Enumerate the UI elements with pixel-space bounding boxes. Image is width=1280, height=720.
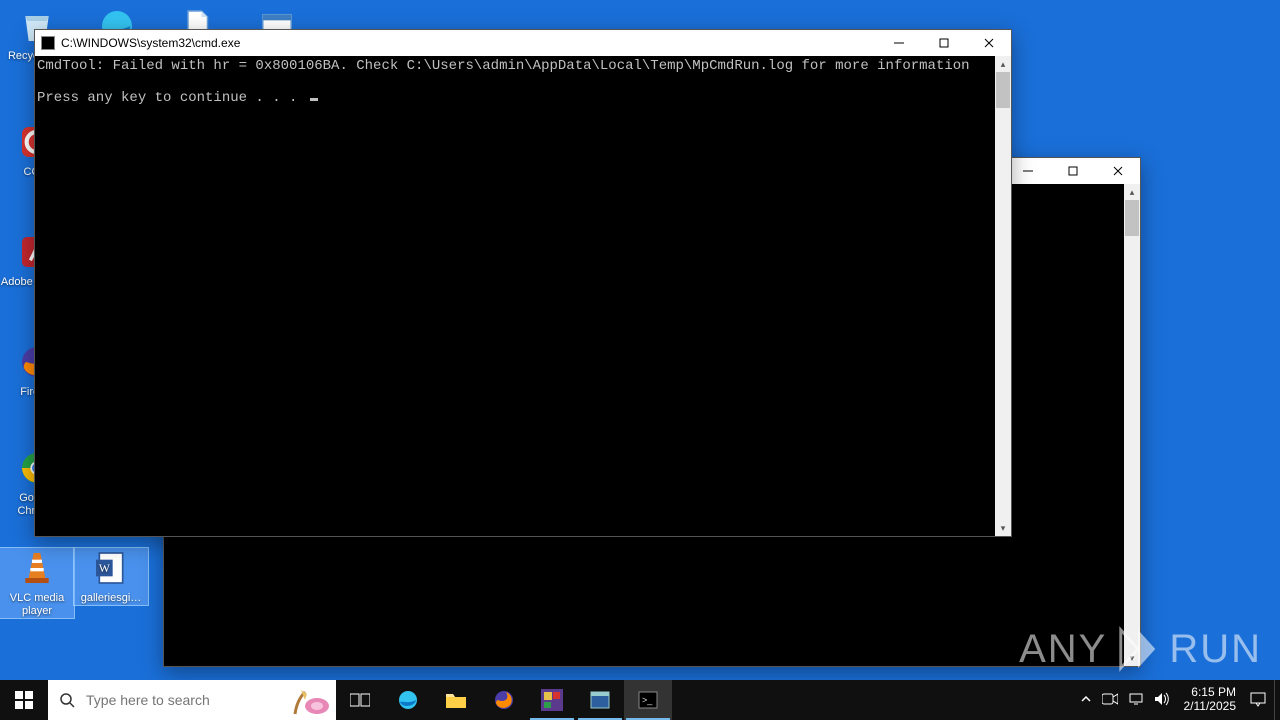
anyrun-watermark: ANY RUN <box>1019 626 1262 672</box>
taskbar-app-cmd[interactable]: >_ <box>624 680 672 720</box>
maximize-button[interactable] <box>1050 158 1095 184</box>
system-tray: 6:15 PM 2/11/2025 <box>1072 680 1275 720</box>
tray-overflow-button[interactable] <box>1080 693 1092 708</box>
close-button[interactable] <box>1095 158 1140 184</box>
tray-meet-now[interactable] <box>1102 692 1118 709</box>
console-client-area[interactable]: CmdTool: Failed with hr = 0x800106BA. Ch… <box>35 56 995 536</box>
camera-icon <box>1102 692 1118 706</box>
titlebar[interactable]: C:\WINDOWS\system32\cmd.exe <box>35 30 1011 56</box>
taskbar-app-word[interactable] <box>528 680 576 720</box>
chevron-up-icon <box>1080 693 1092 705</box>
tray-network[interactable] <box>1128 692 1144 709</box>
scroll-thumb[interactable] <box>1125 200 1139 236</box>
minimize-button[interactable] <box>876 30 921 56</box>
console-line: CmdTool: Failed with hr = 0x800106BA. Ch… <box>37 58 970 74</box>
play-icon <box>1115 626 1161 672</box>
scroll-track[interactable] <box>1124 200 1140 650</box>
windows-icon <box>15 691 33 709</box>
terminal-icon: >_ <box>638 691 658 709</box>
scroll-track[interactable] <box>995 72 1011 520</box>
firefox-icon <box>492 688 516 712</box>
taskbar-search[interactable] <box>48 680 336 720</box>
vertical-scrollbar[interactable]: ▴ ▾ <box>1124 184 1140 666</box>
scroll-up-button[interactable]: ▴ <box>995 56 1011 72</box>
desktop-icon-label: VLC media player <box>0 592 74 618</box>
network-icon <box>1128 692 1144 706</box>
search-icon <box>48 692 86 708</box>
cmd-window[interactable]: C:\WINDOWS\system32\cmd.exe CmdTool: Fai… <box>34 29 1012 537</box>
taskview-icon <box>350 692 370 708</box>
task-view-button[interactable] <box>336 680 384 720</box>
scroll-thumb[interactable] <box>996 72 1010 108</box>
edge-icon <box>396 688 420 712</box>
window-icon <box>590 691 610 709</box>
taskbar: >_ 6:15 PM 2/11/2025 <box>0 680 1280 720</box>
clock-time: 6:15 PM <box>1184 686 1237 700</box>
vertical-scrollbar[interactable]: ▴ ▾ <box>995 56 1011 536</box>
vlc-icon <box>17 548 57 588</box>
search-decoration-icon <box>278 680 336 720</box>
clock-date: 2/11/2025 <box>1184 700 1237 714</box>
action-center-button[interactable] <box>1250 691 1266 710</box>
scroll-up-button[interactable]: ▴ <box>1124 184 1140 200</box>
show-desktop-button[interactable] <box>1274 680 1280 720</box>
maximize-button[interactable] <box>921 30 966 56</box>
desktop-icon-galleries[interactable]: W galleriesgi… <box>74 548 148 605</box>
speaker-icon <box>1154 692 1170 706</box>
cmd-icon <box>41 36 55 50</box>
text-cursor <box>310 98 318 101</box>
window-title: C:\WINDOWS\system32\cmd.exe <box>61 36 876 50</box>
watermark-text: RUN <box>1169 627 1262 672</box>
word-doc-icon: W <box>91 548 131 588</box>
svg-text:>_: >_ <box>642 695 653 705</box>
desktop-icon-vlc[interactable]: VLC media player <box>0 548 74 618</box>
taskbar-app-explorer[interactable] <box>432 680 480 720</box>
notification-icon <box>1250 691 1266 707</box>
desktop-icon-label: galleriesgi… <box>74 592 148 605</box>
svg-text:W: W <box>99 562 110 575</box>
taskbar-app-edge[interactable] <box>384 680 432 720</box>
taskbar-app-window[interactable] <box>576 680 624 720</box>
close-button[interactable] <box>966 30 1011 56</box>
scroll-down-button[interactable]: ▾ <box>995 520 1011 536</box>
taskbar-app-firefox[interactable] <box>480 680 528 720</box>
app-icon <box>541 689 563 711</box>
console-line: Press any key to continue . . . <box>37 90 306 106</box>
folder-icon <box>445 690 467 710</box>
start-button[interactable] <box>0 680 48 720</box>
tray-volume[interactable] <box>1154 692 1170 709</box>
watermark-text: ANY <box>1019 627 1107 672</box>
taskbar-clock[interactable]: 6:15 PM 2/11/2025 <box>1180 686 1241 714</box>
search-input[interactable] <box>86 692 278 708</box>
